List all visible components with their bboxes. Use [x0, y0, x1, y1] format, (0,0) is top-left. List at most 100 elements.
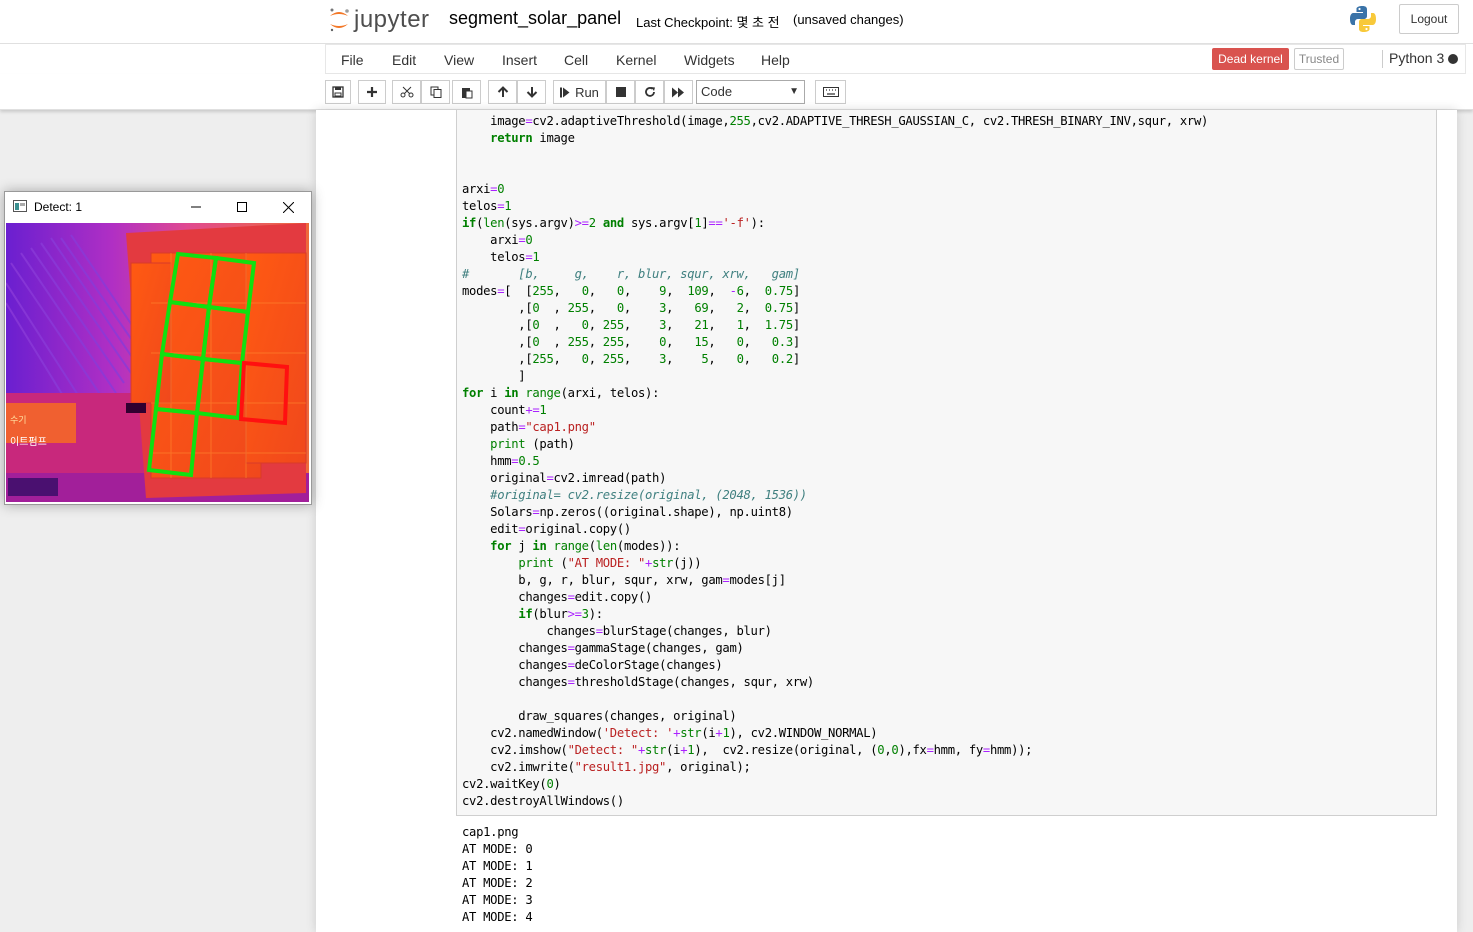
code-line[interactable]: cv2.imwrite("result1.jpg", original); [462, 760, 751, 774]
notebook-container: image=cv2.adaptiveThreshold(image,255,cv… [316, 110, 1457, 932]
header: jupyter segment_solar_panel Last Checkpo… [0, 0, 1473, 44]
command-palette-button[interactable] [815, 80, 846, 104]
code-line[interactable]: # [b, g, r, blur, squr, xrw, gam] [462, 267, 800, 281]
code-line[interactable]: modes=[ [255, 0, 0, 9, 109, -6, 0.75] [462, 284, 800, 298]
code-line[interactable]: draw_squares(changes, original) [462, 709, 736, 723]
detect-window-title: Detect: 1 [34, 200, 83, 214]
code-line[interactable]: arxi=0 [462, 182, 505, 196]
code-line[interactable]: changes=blurStage(changes, blur) [462, 624, 772, 638]
code-line[interactable]: cv2.namedWindow('Detect: '+str(i+1), cv2… [462, 726, 877, 740]
copy-button[interactable] [421, 80, 450, 104]
output-line: AT MODE: 1 [462, 859, 533, 873]
detect-window[interactable]: Detect: 1 수기 이트펌프 [4, 191, 312, 505]
save-button[interactable] [325, 80, 351, 104]
cell-output: cap1.png AT MODE: 0 AT MODE: 1 AT MODE: … [462, 824, 533, 926]
menu-kernel[interactable]: Kernel [616, 52, 656, 68]
code-line[interactable]: for j in range(len(modes)): [462, 539, 680, 553]
menu-cell[interactable]: Cell [564, 52, 588, 68]
code-line[interactable]: ] [462, 369, 525, 383]
code-line[interactable]: cv2.waitKey(0) [462, 777, 561, 791]
jupyter-logo[interactable]: jupyter [328, 5, 430, 35]
code-line[interactable]: original=cv2.imread(path) [462, 471, 666, 485]
code-line[interactable]: telos=1 [462, 199, 512, 213]
code-line[interactable]: changes=deColorStage(changes) [462, 658, 722, 672]
arrow-down-icon [526, 87, 537, 98]
code-line[interactable]: #original= cv2.resize(original, (2048, 1… [462, 488, 807, 502]
code-line[interactable]: changes=gammaStage(changes, gam) [462, 641, 744, 655]
keyboard-icon [822, 87, 839, 97]
logout-button[interactable]: Logout [1399, 4, 1459, 34]
code-line[interactable]: Solars=np.zeros((original.shape), np.uin… [462, 505, 793, 519]
autosave-status: (unsaved changes) [793, 12, 904, 27]
menu-insert[interactable]: Insert [502, 52, 537, 68]
toolbar: Run Code ▼ [0, 74, 1473, 110]
step-forward-icon [560, 87, 570, 97]
restart-button[interactable] [635, 80, 664, 104]
save-icon [332, 86, 344, 98]
cell-type-select[interactable]: Code ▼ [696, 80, 805, 104]
code-line[interactable]: telos=1 [462, 250, 540, 264]
code-line[interactable]: arxi=0 [462, 233, 533, 247]
run-button[interactable]: Run [553, 80, 606, 104]
output-line: AT MODE: 2 [462, 876, 533, 890]
maximize-button[interactable] [219, 192, 265, 222]
python-logo-icon [1348, 4, 1378, 39]
kernel-status-icon [1448, 54, 1458, 64]
code-line[interactable]: image=cv2.adaptiveThreshold(image,255,cv… [462, 114, 1208, 128]
code-line[interactable]: cv2.imshow("Detect: "+str(i+1), cv2.resi… [462, 743, 1032, 757]
code-line[interactable]: if(blur>=3): [462, 607, 603, 621]
copy-icon [430, 86, 441, 98]
code-editor[interactable]: image=cv2.adaptiveThreshold(image,255,cv… [462, 113, 1208, 810]
close-icon [282, 201, 294, 213]
code-line[interactable]: print ("AT MODE: "+str(j)) [462, 556, 701, 570]
move-up-button[interactable] [488, 80, 517, 104]
cut-icon [400, 86, 413, 98]
code-line[interactable]: changes=edit.copy() [462, 590, 652, 604]
maximize-icon [237, 202, 247, 212]
arrow-up-icon [497, 86, 508, 97]
menu-help[interactable]: Help [761, 52, 790, 68]
restart-run-all-button[interactable] [664, 80, 693, 104]
menu-view[interactable]: View [444, 52, 474, 68]
detect-window-titlebar[interactable]: Detect: 1 [5, 192, 311, 222]
code-line[interactable]: changes=thresholdStage(changes, squr, xr… [462, 675, 814, 689]
code-line[interactable]: count+=1 [462, 403, 547, 417]
notebook-name[interactable]: segment_solar_panel [449, 8, 621, 29]
output-line: AT MODE: 4 [462, 910, 533, 924]
paste-icon [461, 87, 472, 98]
output-line: AT MODE: 0 [462, 842, 533, 856]
image-text-1: 수기 [10, 415, 27, 426]
code-line[interactable]: ,[0 , 0, 255, 3, 21, 1, 1.75] [462, 318, 800, 332]
code-line[interactable]: print (path) [462, 437, 575, 451]
code-line[interactable]: return image [462, 131, 575, 145]
code-line[interactable]: ,[0 , 255, 0, 3, 69, 2, 0.75] [462, 301, 800, 315]
minimize-button[interactable] [173, 192, 219, 222]
minimize-icon [191, 206, 201, 208]
menu-file[interactable]: File [341, 52, 364, 68]
menu-edit[interactable]: Edit [392, 52, 416, 68]
insert-cell-button[interactable] [358, 80, 386, 104]
move-down-button[interactable] [517, 80, 546, 104]
interrupt-button[interactable] [606, 80, 635, 104]
cut-button[interactable] [392, 80, 421, 104]
trusted-indicator[interactable]: Trusted [1294, 48, 1344, 70]
kernel-name: Python 3 [1382, 50, 1444, 68]
paste-button[interactable] [452, 80, 481, 104]
image-text-2: 이트펌프 [10, 436, 47, 448]
code-line[interactable]: ,[0 , 255, 255, 0, 15, 0, 0.3] [462, 335, 800, 349]
code-line[interactable]: hmm=0.5 [462, 454, 540, 468]
code-line[interactable]: edit=original.copy() [462, 522, 631, 536]
code-line[interactable]: ,[255, 0, 255, 3, 5, 0, 0.2] [462, 352, 800, 366]
code-line[interactable]: b, g, r, blur, squr, xrw, gam=modes[j] [462, 573, 786, 587]
plus-icon [367, 87, 377, 97]
code-line[interactable]: for i in range(arxi, telos): [462, 386, 659, 400]
window-app-icon [13, 200, 27, 212]
close-button[interactable] [265, 192, 311, 222]
restart-icon [644, 87, 655, 97]
code-cell-input[interactable]: image=cv2.adaptiveThreshold(image,255,cv… [456, 110, 1437, 816]
code-line[interactable]: path="cap1.png" [462, 420, 596, 434]
code-line[interactable]: if(len(sys.argv)>=2 and sys.argv[1]=='-f… [462, 216, 765, 230]
menu-widgets[interactable]: Widgets [684, 52, 735, 68]
code-line[interactable]: cv2.destroyAllWindows() [462, 794, 624, 808]
kernel-dead-indicator[interactable]: Dead kernel [1212, 48, 1289, 70]
